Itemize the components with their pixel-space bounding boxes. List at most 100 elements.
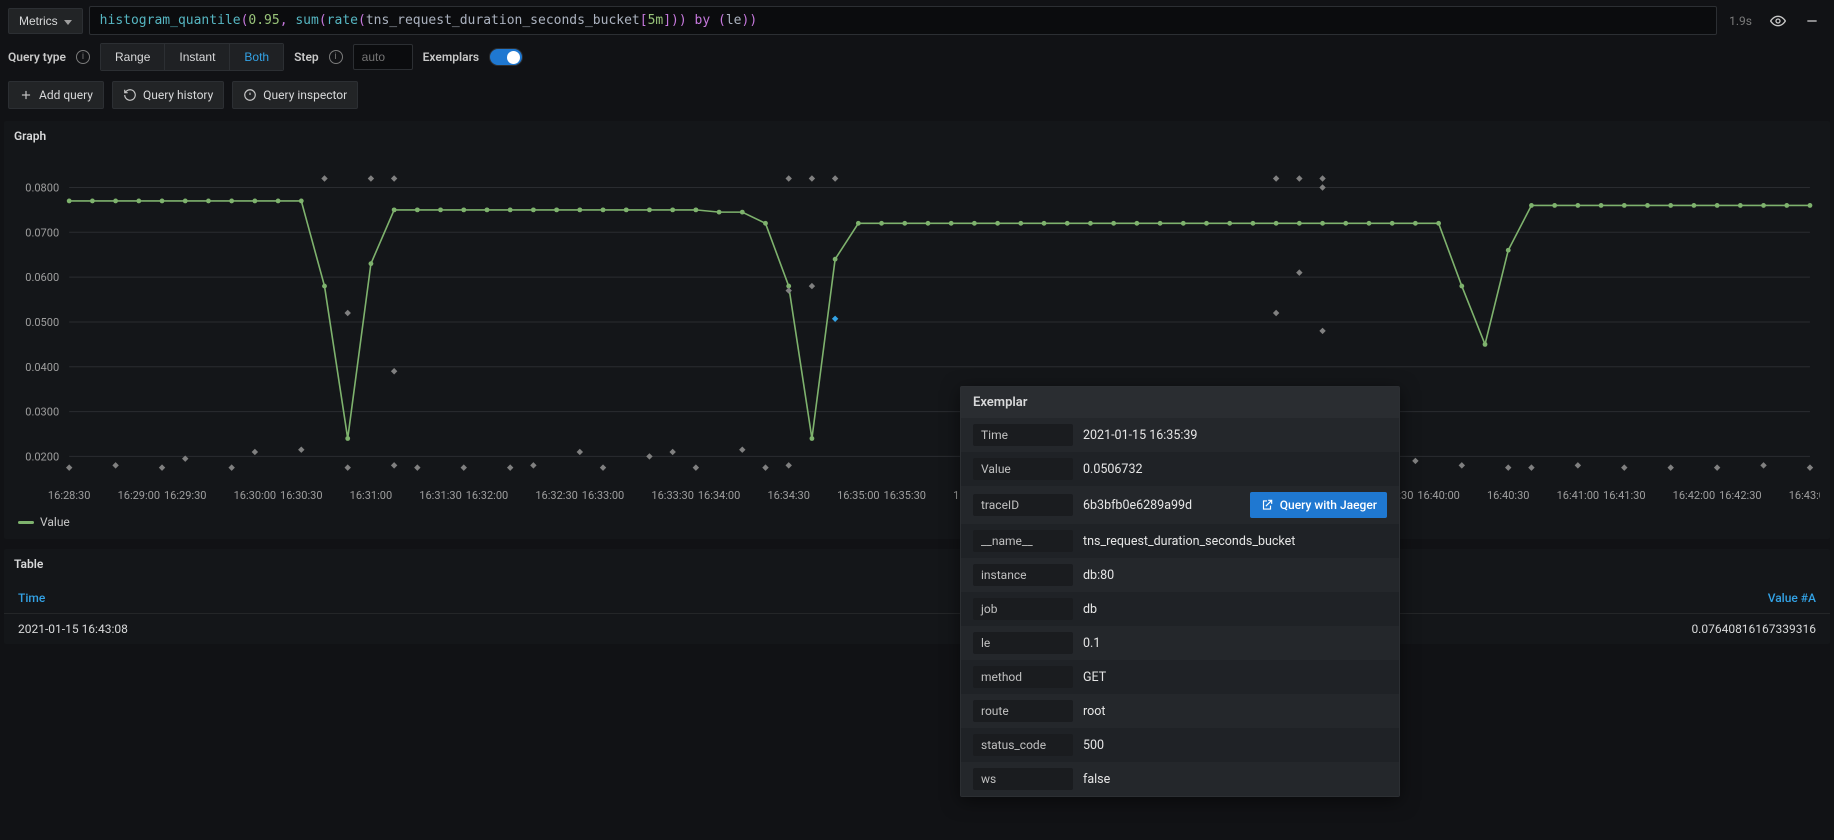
graph-title: Graph [4,121,1830,149]
col-value[interactable]: Value #A [1768,591,1816,605]
tooltip-row: Time 2021-01-15 16:35:39 [961,418,1399,452]
tooltip-row: method GET [961,660,1399,694]
exemplars-toggle[interactable] [489,48,523,66]
tooltip-value: 500 [1083,738,1387,753]
jaeger-label: Query with Jaeger [1280,498,1377,512]
tooltip-key: job [973,598,1073,620]
tooltip-key: instance [973,564,1073,586]
tooltip-value: 0.0506732 [1083,462,1387,477]
tooltip-value: root [1083,704,1387,719]
metrics-label: Metrics [19,14,58,28]
minus-icon[interactable] [1798,7,1826,35]
tooltip-value: 6b3bfb0e6289a99d [1083,498,1240,513]
query-token: tns_request_duration_seconds_bucket [366,13,640,28]
info-icon[interactable]: i [329,50,343,64]
legend: Value [4,509,1830,539]
svg-text:0.0300: 0.0300 [25,406,59,419]
metrics-dropdown[interactable]: Metrics [8,8,83,34]
exemplar-tooltip: Exemplar Time 2021-01-15 16:35:39 Value 0.0… [960,386,1400,797]
query-type-range[interactable]: Range [101,44,165,70]
legend-swatch [18,521,34,524]
svg-text:0.0700: 0.0700 [25,226,59,239]
svg-text:16:35:30: 16:35:30 [884,489,926,502]
col-time[interactable]: Time [18,591,45,605]
tooltip-value: GET [1083,670,1387,685]
tooltip-value: db:80 [1083,568,1387,583]
svg-text:16:40:30: 16:40:30 [1487,489,1529,502]
svg-text:16:41:00: 16:41:00 [1557,489,1599,502]
svg-text:16:33:00: 16:33:00 [582,489,624,502]
step-input[interactable] [353,44,413,70]
graph-area[interactable]: 0.0200 0.0300 0.0400 0.0500 0.0600 0.0700 0.08… [4,149,1830,509]
chart-svg: 0.0200 0.0300 0.0400 0.0500 0.0600 0.0700 0.08… [14,155,1820,507]
query-token: rate [327,13,358,28]
tooltip-row: jobdb [961,592,1399,626]
cell-time: 2021-01-15 16:43:08 [18,622,128,636]
query-token: sum [295,13,318,28]
table: Time Value #A 2021-01-15 16:43:08 0.0764… [4,577,1830,644]
tooltip-row: le 0.1 [961,626,1399,660]
tooltip-value: 2021-01-15 16:35:39 [1083,428,1387,443]
svg-text:16:35:00: 16:35:00 [837,489,879,502]
svg-text:16:29:30: 16:29:30 [164,489,206,502]
tooltip-value: 0.1 [1083,636,1387,651]
query-history-button[interactable]: Query history [112,81,224,109]
table-row: 2021-01-15 16:43:08 0.07640816167339316 [4,613,1830,644]
tooltip-key: method [973,666,1073,688]
query-type-instant[interactable]: Instant [165,44,230,70]
legend-label: Value [40,515,70,529]
svg-text:0.0500: 0.0500 [25,316,59,329]
tooltip-title: Exemplar [961,387,1399,418]
svg-text:16:42:30: 16:42:30 [1719,489,1761,502]
query-token: by [687,13,718,28]
query-token: 0.95 [248,13,279,28]
query-row: Metrics histogram_quantile(0.95, sum(rat… [0,0,1834,41]
info-icon[interactable]: i [76,50,90,64]
step-label: Step [294,50,319,64]
svg-text:0.0800: 0.0800 [25,181,59,194]
query-inspector-button[interactable]: Query inspector [232,81,358,109]
query-type-segmented[interactable]: RangeInstantBoth [100,43,284,71]
table-title: Table [4,549,1830,577]
query-input[interactable]: histogram_quantile(0.95, sum(rate(tns_re… [89,6,1717,35]
svg-text:0.0600: 0.0600 [25,271,59,284]
tooltip-row: wsfalse [961,762,1399,796]
query-type-label: Query type [8,50,66,64]
query-token: , [280,13,296,28]
svg-text:16:31:00: 16:31:00 [350,489,392,502]
tooltip-key: Time [973,424,1073,446]
cell-value: 0.07640816167339316 [1691,622,1816,636]
svg-text:0.0400: 0.0400 [25,361,59,374]
tooltip-key: Value [973,458,1073,480]
tooltip-key: traceID [973,494,1073,516]
query-token: )) [742,13,758,28]
svg-text:16:30:30: 16:30:30 [280,489,322,502]
query-token: ( [718,13,726,28]
eye-icon[interactable] [1764,7,1792,35]
table-header: Time Value #A [4,583,1830,613]
query-history-label: Query history [143,88,213,102]
svg-text:16:33:30: 16:33:30 [651,489,693,502]
svg-text:0.0200: 0.0200 [25,450,59,463]
query-token: ])) [663,13,686,28]
tooltip-row: Value 0.0506732 [961,452,1399,486]
query-type-both[interactable]: Both [230,44,283,70]
query-actions-row: Add query Query history Query inspector [0,81,1834,121]
svg-text:16:42:00: 16:42:00 [1673,489,1715,502]
query-with-jaeger-button[interactable]: Query with Jaeger [1250,492,1387,518]
query-token: [ [640,13,648,28]
svg-text:16:34:30: 16:34:30 [767,489,809,502]
table-panel: Table Time Value #A 2021-01-15 16:43:08 … [4,549,1830,644]
query-exec-time: 1.9s [1723,14,1758,28]
query-token: histogram_quantile [100,13,241,28]
tooltip-key: ws [973,768,1073,790]
graph-panel: Graph 0.0200 0.0300 0.0400 0.0500 0.0600 0.07… [4,121,1830,539]
add-query-button[interactable]: Add query [8,81,104,109]
svg-text:16:30:00: 16:30:00 [234,489,276,502]
chevron-down-icon [64,14,72,28]
tooltip-value: tns_request_duration_seconds_bucket [1083,534,1387,549]
query-token: le [726,13,742,28]
tooltip-key: le [973,632,1073,654]
tooltip-value: db [1083,602,1387,617]
query-token: ( [358,13,366,28]
